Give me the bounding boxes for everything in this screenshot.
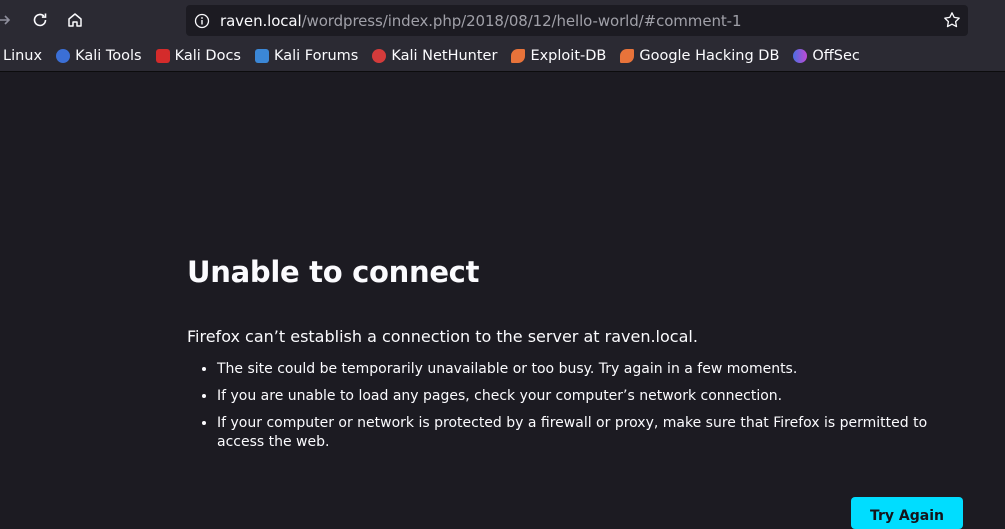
bookmark-exploit-db[interactable]: Exploit-DB (511, 48, 606, 64)
url-path: /wordpress/index.php/2018/08/12/hello-wo… (301, 11, 742, 30)
info-icon[interactable] (194, 13, 210, 29)
bookmark-label: Kali Tools (75, 48, 142, 64)
reason-list: The site could be temporarily unavailabl… (187, 360, 977, 452)
arrow-right-icon (0, 15, 11, 25)
bookmark-google-hacking-db[interactable]: Google Hacking DB (620, 48, 779, 64)
error-lead: Firefox can’t establish a connection to … (187, 327, 698, 346)
bookmark-label: Linux (3, 48, 43, 64)
bookmark-label: Google Hacking DB (639, 48, 780, 64)
offsec-icon (793, 49, 808, 63)
bookmark-label: OffSec (812, 48, 860, 64)
bookmark-kali-nethunter[interactable]: Kali NetHunter (372, 48, 497, 64)
reload-button[interactable] (28, 8, 52, 32)
error-page: Unable to connect Firefox can’t establis… (187, 255, 977, 460)
kali-tools-icon (56, 49, 71, 63)
bookmark-star-icon[interactable] (943, 11, 961, 29)
nethunter-icon (372, 49, 387, 63)
browser-toolbar: raven.local/wordpress/index.php/2018/08/… (0, 0, 1005, 41)
home-icon (68, 13, 82, 27)
bookmark-label: Kali Docs (174, 48, 241, 64)
home-button[interactable] (63, 8, 87, 32)
kali-forums-icon (254, 49, 269, 63)
bookmark-label: Exploit-DB (530, 48, 607, 64)
url-text[interactable]: raven.local/wordpress/index.php/2018/08/… (220, 12, 741, 30)
bookmark-label: Kali NetHunter (391, 48, 498, 64)
list-item: If your computer or network is protected… (217, 414, 977, 452)
bookmark-label: Kali Forums (273, 48, 359, 64)
exploit-db-icon (511, 49, 526, 63)
ghdb-icon (620, 49, 635, 63)
reload-icon (33, 13, 47, 27)
url-host: raven.local (220, 11, 302, 30)
bookmark-linux[interactable]: Linux (3, 48, 42, 64)
url-bar[interactable]: raven.local/wordpress/index.php/2018/08/… (186, 5, 968, 36)
page-title: Unable to connect (187, 255, 480, 289)
bookmark-offsec[interactable]: OffSec (793, 48, 860, 64)
forward-button[interactable] (0, 8, 16, 32)
bookmark-kali-forums[interactable]: Kali Forums (254, 48, 359, 64)
bookmarks-toolbar: Linux Kali Tools Kali Docs Kali Forums K… (0, 41, 1005, 72)
list-item: The site could be temporarily unavailabl… (217, 360, 977, 379)
kali-docs-icon (155, 49, 170, 63)
bookmark-kali-docs[interactable]: Kali Docs (155, 48, 241, 64)
try-again-button[interactable]: Try Again (851, 497, 963, 529)
list-item: If you are unable to load any pages, che… (217, 387, 977, 406)
bookmark-kali-tools[interactable]: Kali Tools (56, 48, 142, 64)
